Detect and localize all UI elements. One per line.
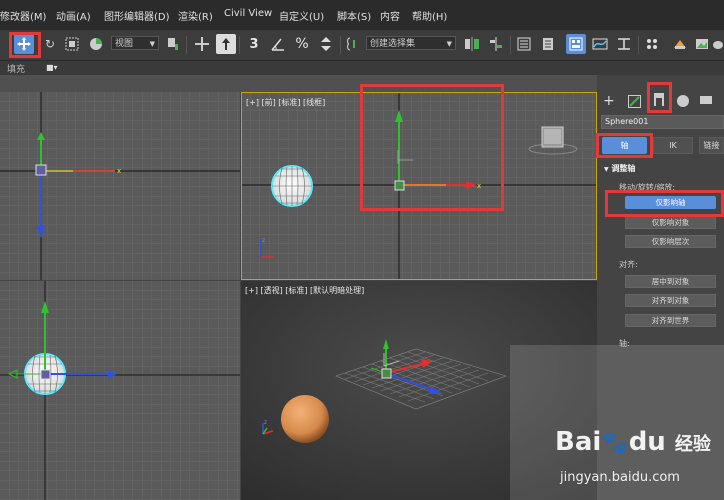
adjust-pivot-header[interactable]: ▼ 调整轴: [604, 163, 635, 174]
mirror-button[interactable]: [462, 34, 482, 54]
ribbon-icon: [569, 37, 583, 51]
edit-named-selection-button[interactable]: [344, 34, 364, 54]
scale-icon: [65, 37, 79, 51]
reference-coordinate-dropdown[interactable]: 视图 ▼: [111, 36, 159, 50]
ribbon-bar: 填充 ■▾: [0, 61, 724, 75]
center-to-object-button[interactable]: 居中到对象: [625, 275, 716, 288]
main-toolbar: ↻ 视图 ▼ 3 % 创建选择集 ▼: [0, 30, 724, 61]
pivot-tab-highlight: [596, 133, 653, 158]
cursor-icon: [222, 38, 230, 50]
align-label: 对齐:: [619, 260, 638, 269]
toggle-scene-explorer-button[interactable]: [514, 34, 534, 54]
scene-explorer-icon: [517, 37, 531, 51]
select-manipulate-button[interactable]: [192, 34, 212, 54]
orange-sphere: [281, 395, 329, 443]
wire-sphere-front: [271, 165, 313, 207]
viewport-top-left[interactable]: x: [0, 92, 240, 280]
spinner-snap-button[interactable]: [316, 34, 336, 54]
menu-help[interactable]: 帮助(H): [412, 8, 447, 23]
schematic-icon: [618, 38, 630, 50]
affect-pivot-only-highlight: [605, 190, 724, 217]
menu-modifiers[interactable]: 修改器(M): [0, 8, 46, 23]
percent-snap-button[interactable]: %: [292, 34, 312, 54]
ribbon-options-dropdown[interactable]: ■▾: [46, 63, 66, 73]
affect-object-only-button[interactable]: 仅影响对象: [625, 216, 716, 229]
tab-motion[interactable]: [677, 95, 689, 107]
menu-bar: 修改器(M) 动画(A) 图形编辑器(D) 渲染(R) Civil View 自…: [0, 0, 724, 30]
tab-create[interactable]: +: [603, 93, 615, 109]
viewport-top-band: [0, 75, 597, 92]
menu-content[interactable]: 内容: [380, 8, 400, 23]
menu-customize[interactable]: 自定义(U): [279, 8, 324, 23]
tab-ik[interactable]: IK: [653, 137, 693, 154]
watermark-url: jingyan.baidu.com: [560, 470, 680, 485]
toggle-layer-explorer-button[interactable]: [538, 34, 558, 54]
object-name-field[interactable]: Sphere001: [601, 115, 724, 129]
select-and-scale-button[interactable]: [62, 34, 82, 54]
svg-text:z: z: [262, 237, 265, 244]
pivot-center-icon: [168, 38, 178, 50]
menu-scripting[interactable]: 脚本(S): [337, 8, 371, 23]
layer-explorer-icon: [543, 38, 553, 50]
menu-animation[interactable]: 动画(A): [56, 8, 91, 23]
align-icon: [490, 37, 502, 51]
align-to-object-button[interactable]: 对齐到对象: [625, 294, 716, 307]
select-and-rotate-button[interactable]: ↻: [40, 34, 60, 54]
tab-modify[interactable]: [628, 95, 641, 108]
menu-rendering[interactable]: 渲染(R): [178, 8, 213, 23]
render-setup-icon: [674, 40, 686, 49]
paw-icon: 🐾: [601, 431, 629, 456]
hierarchy-tab-highlight: [647, 82, 672, 113]
baidu-watermark: Bai🐾du 经验 jingyan.baidu.com: [510, 345, 724, 500]
affect-hierarchy-only-button[interactable]: 仅影响层次: [625, 235, 716, 248]
spinner-snap-icon: [321, 37, 331, 51]
material-editor-icon: [647, 39, 657, 49]
render-setup-button[interactable]: [670, 34, 690, 54]
angle-snap-button[interactable]: [268, 34, 288, 54]
named-selection-set-dropdown[interactable]: 创建选择集 ▼: [366, 36, 456, 50]
viewport-perspective-label[interactable]: [+] [透视] [标准] [默认明暗处理]: [245, 285, 364, 296]
collapse-icon: ▼: [604, 166, 609, 173]
teapot-icon: [713, 41, 723, 49]
svg-text:z: z: [264, 419, 267, 426]
place-icon: [90, 38, 102, 50]
toggle-ribbon-button[interactable]: [566, 34, 586, 54]
modify-icon: [629, 96, 640, 107]
viewport-top-left-grid: x: [0, 92, 240, 280]
select-and-place-button[interactable]: [86, 34, 106, 54]
angle-snap-icon: [271, 38, 284, 51]
schematic-view-button[interactable]: [614, 34, 634, 54]
snaps-toggle-button[interactable]: 3: [244, 34, 264, 54]
render-production-button[interactable]: [708, 34, 724, 54]
material-editor-button[interactable]: [642, 34, 662, 54]
pivot-point-center-button[interactable]: [163, 34, 183, 54]
move-tool-highlight: [9, 32, 41, 58]
mirror-icon: [465, 37, 479, 51]
menu-graph-editors[interactable]: 图形编辑器(D): [104, 8, 170, 23]
viewport-bottom-left-grid: [0, 281, 240, 500]
menu-civil-view[interactable]: Civil View: [224, 8, 272, 19]
viewport-front-label[interactable]: [+] [前] [标准] [线框]: [246, 97, 325, 108]
align-to-world-button[interactable]: 对齐到世界: [625, 314, 716, 327]
svg-text:x: x: [117, 167, 121, 175]
rotate-icon: ↻: [44, 37, 56, 51]
gizmo-highlight: [360, 84, 504, 211]
baidu-logo: Bai🐾du 经验: [555, 427, 711, 457]
viewport-bottom-left[interactable]: [0, 281, 240, 500]
named-selection-icon: [347, 37, 355, 51]
align-button[interactable]: [486, 34, 506, 54]
curve-editor-button[interactable]: [590, 34, 610, 54]
tab-link-info[interactable]: 链接: [699, 137, 724, 154]
manipulate-icon: [195, 37, 209, 51]
keyboard-shortcut-override-button[interactable]: [216, 34, 236, 54]
curve-editor-icon: [592, 38, 608, 50]
ribbon-label: 填充: [7, 65, 26, 75]
tab-display[interactable]: [700, 96, 712, 104]
